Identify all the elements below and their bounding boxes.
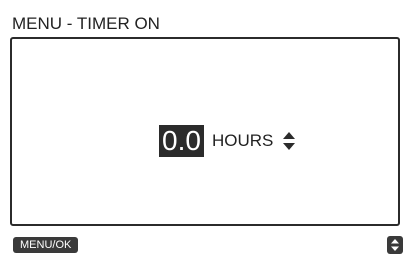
up-down-arrows-icon-graphic	[283, 132, 296, 150]
up-down-arrows-icon	[391, 239, 399, 251]
timer-unit-label: HOURS	[211, 131, 274, 150]
page-title: MENU - TIMER ON	[12, 14, 160, 33]
timer-value[interactable]: 0.0	[159, 125, 204, 157]
timer-screen: MENU - TIMER ON 0.0 HOURS MENU/OK	[4, 4, 405, 255]
scroll-arrows-button[interactable]	[387, 236, 403, 254]
menu-ok-button[interactable]: MENU/OK	[13, 237, 79, 253]
timer-value-group: 0.0 HOURS	[159, 124, 296, 158]
up-down-arrows-icon[interactable]	[282, 131, 296, 151]
